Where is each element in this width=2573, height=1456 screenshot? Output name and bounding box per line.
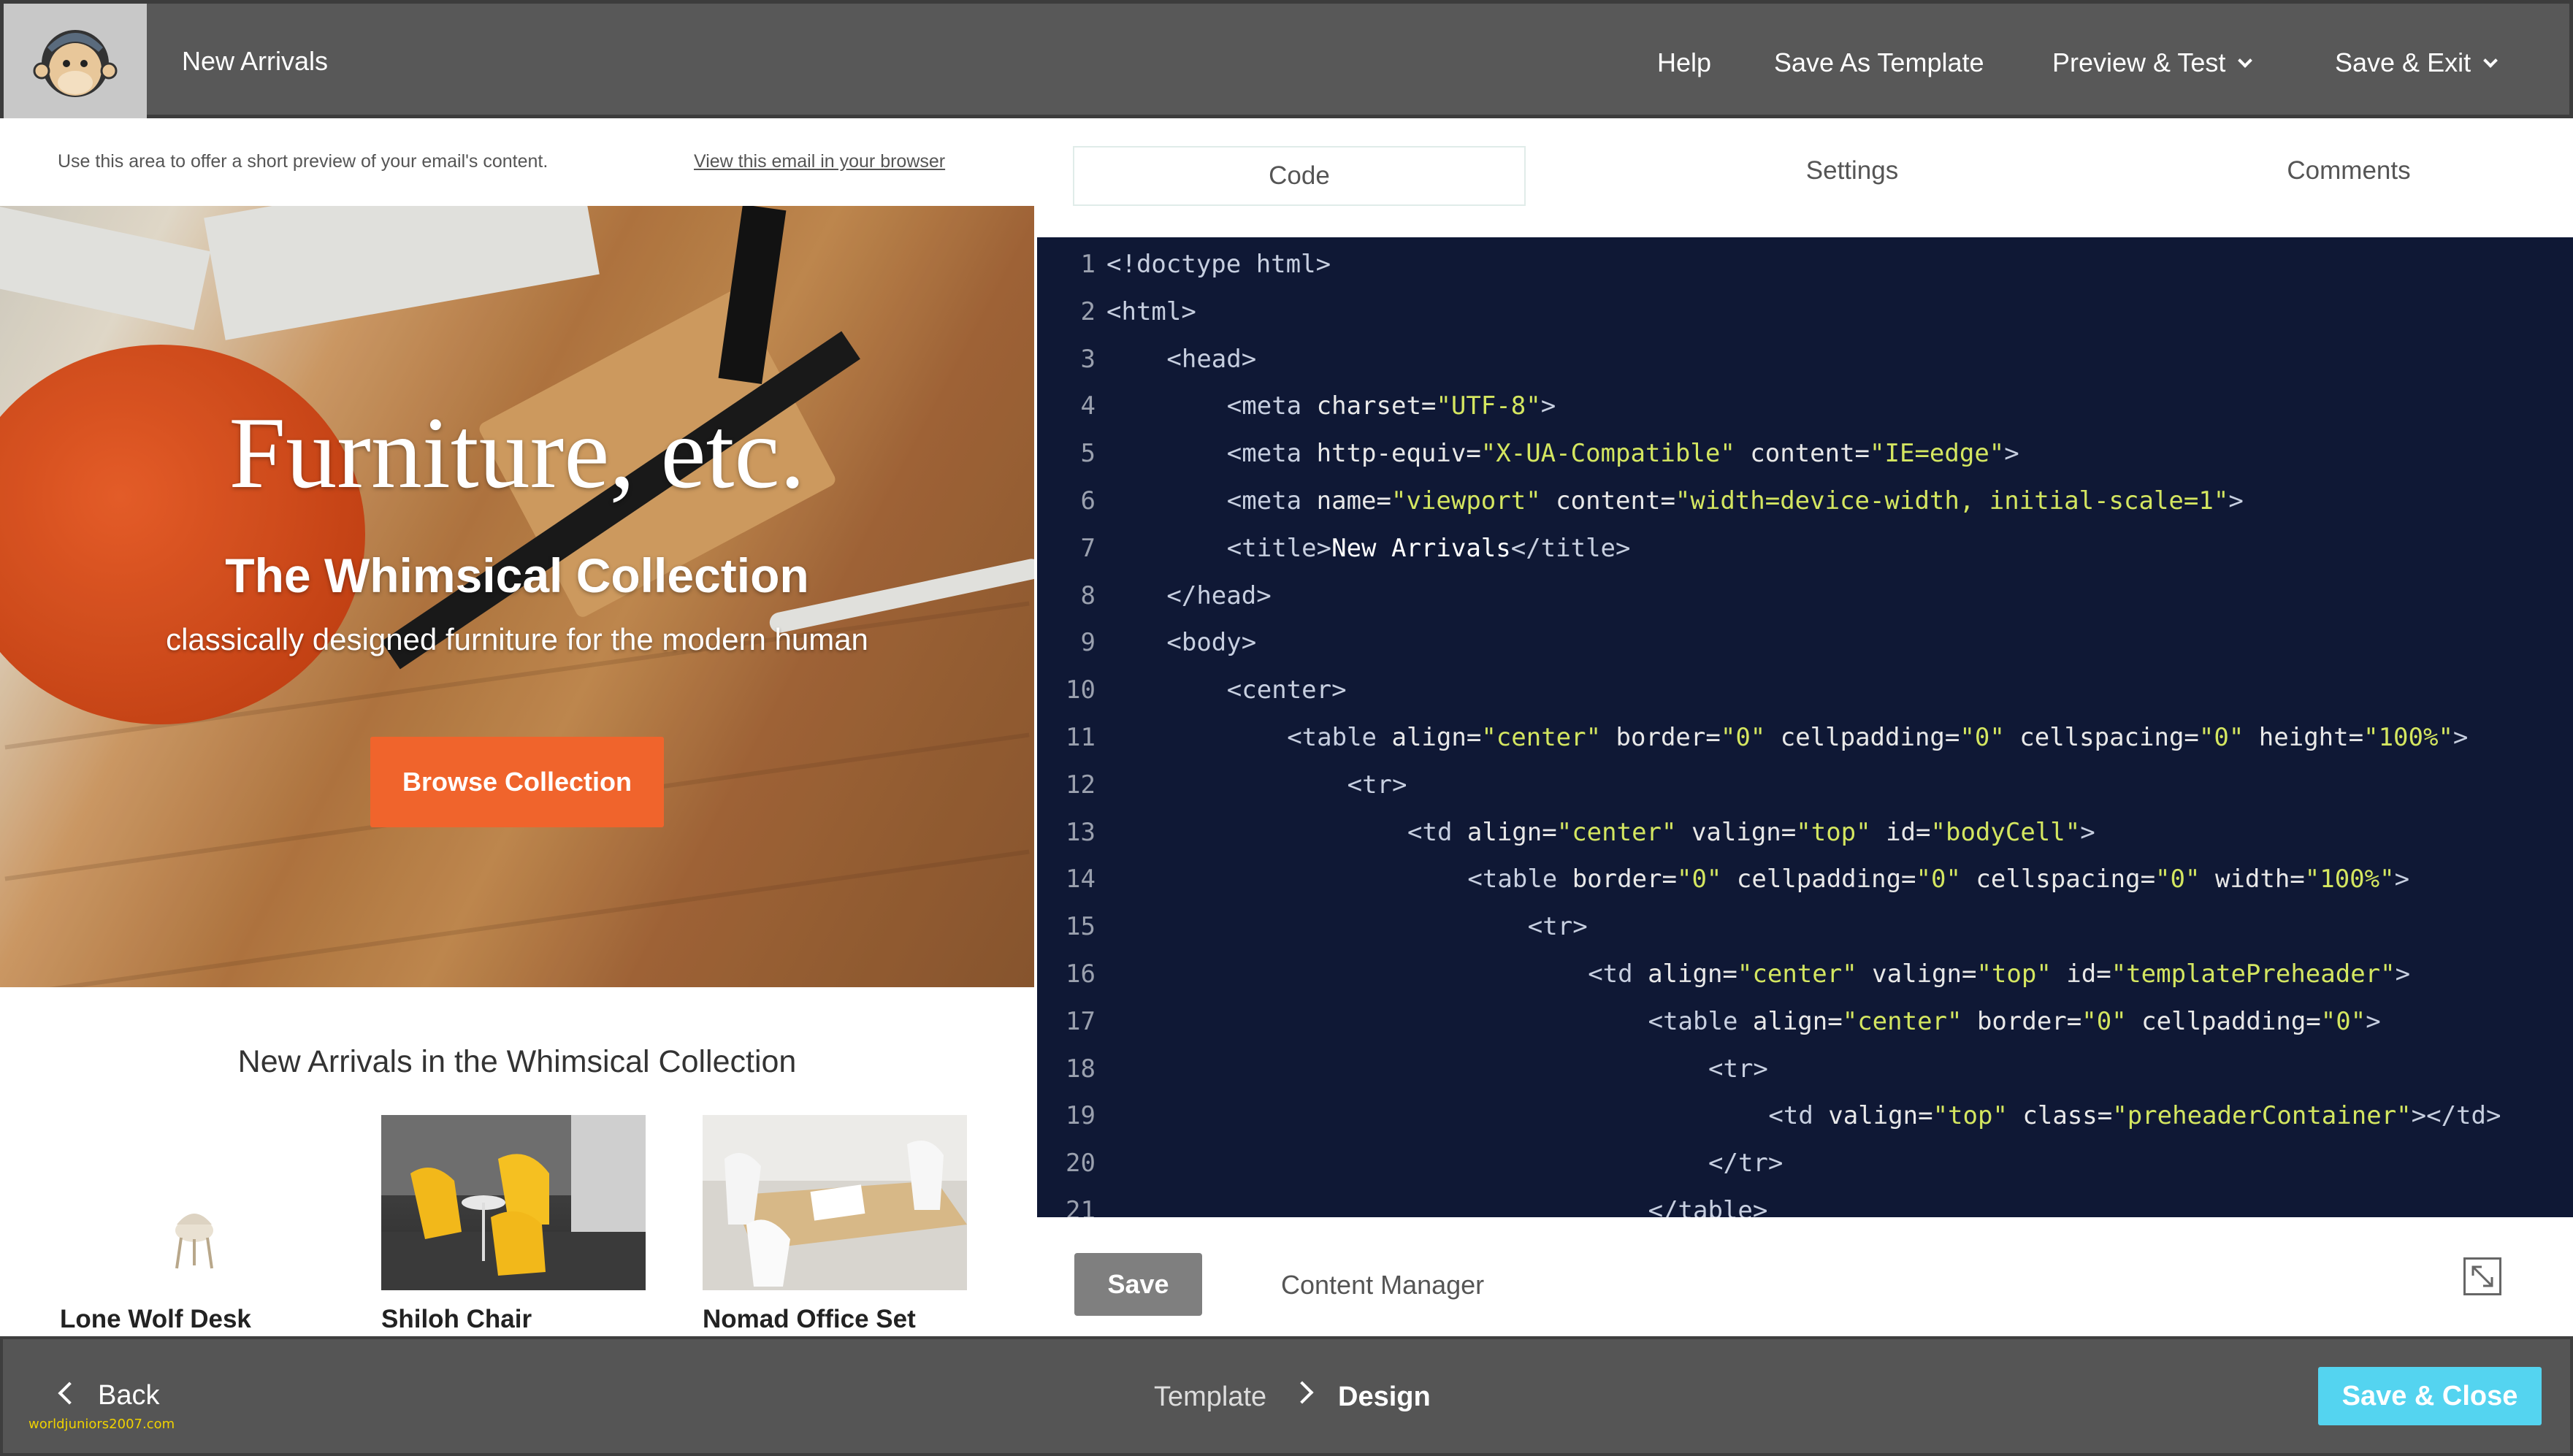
browse-collection-button[interactable]: Browse Collection: [370, 737, 664, 827]
line-number: 11: [1066, 723, 1096, 752]
watermark: worldjuniors2007.com: [28, 1417, 175, 1432]
hero-subtitle: The Whimsical Collection: [225, 548, 809, 602]
code-text[interactable]: <center>: [1227, 675, 1347, 705]
code-text[interactable]: <meta charset="UTF-8">: [1227, 391, 1556, 421]
line-number: 10: [1066, 675, 1096, 705]
expand-icon[interactable]: [2463, 1257, 2501, 1295]
line-number: 19: [1066, 1101, 1096, 1131]
preheader-text[interactable]: Use this area to offer a short preview o…: [58, 151, 548, 172]
product-name: Shiloh Chair: [381, 1305, 532, 1333]
line-number: 2: [1080, 296, 1096, 326]
campaign-title: New Arrivals: [182, 46, 329, 76]
code-text[interactable]: <table align="center" border="0" cellpad…: [1648, 1007, 2381, 1036]
hero-tagline: classically designed furniture for the m…: [166, 622, 868, 656]
code-text[interactable]: <meta name="viewport" content="width=dev…: [1227, 486, 2244, 516]
code-editor-panel: Code Settings Comments 1 <!doctype html> 2…: [1034, 118, 2573, 1336]
back-label: Back: [98, 1380, 160, 1411]
tab-settings[interactable]: Settings: [1721, 156, 1984, 185]
preview-test-label: Preview & Test: [2052, 47, 2226, 77]
content-manager-link[interactable]: Content Manager: [1281, 1270, 1484, 1300]
breadcrumb-template[interactable]: Template: [1154, 1382, 1266, 1413]
chevron-down-icon: [2483, 53, 2498, 68]
line-number: 4: [1080, 391, 1096, 421]
code-text[interactable]: </table>: [1648, 1196, 1768, 1217]
code-text[interactable]: <html>: [1106, 297, 1196, 326]
line-number: 15: [1066, 912, 1096, 942]
back-button[interactable]: Back: [58, 1380, 160, 1411]
office-set-thumbnail: [703, 1115, 967, 1287]
product-name: Nomad Office Set: [703, 1305, 916, 1333]
code-text[interactable]: <td align="center" valign="top" id="temp…: [1588, 959, 2410, 989]
preview-test-menu[interactable]: Preview & Test: [2052, 47, 2253, 78]
help-link[interactable]: Help: [1657, 47, 1711, 78]
section-title: New Arrivals in the Whimsical Collection: [237, 1044, 797, 1079]
code-editor[interactable]: 1 <!doctype html> 2 <html> 3 <head> 4 <meta cha…: [1037, 237, 2573, 1217]
line-number: 21: [1066, 1196, 1096, 1217]
line-number: 1: [1080, 250, 1096, 279]
breadcrumb-design: Design: [1338, 1382, 1431, 1412]
code-text[interactable]: <!doctype html>: [1106, 250, 1331, 279]
line-number: 6: [1080, 486, 1096, 516]
bottom-bar: Back worldjuniors2007.com Template Desig…: [0, 1336, 2573, 1456]
chevron-down-icon: [2238, 53, 2253, 68]
save-button[interactable]: Save: [1074, 1253, 1202, 1316]
logo-container[interactable]: [4, 4, 147, 118]
hero-image-block[interactable]: Furniture, etc. The Whimsical Collection…: [0, 206, 1034, 987]
tab-code[interactable]: Code: [1073, 146, 1526, 206]
line-number: 12: [1066, 770, 1096, 800]
code-text[interactable]: <table border="0" cellpadding="0" cellsp…: [1467, 865, 2409, 894]
product-image: [381, 1115, 646, 1290]
line-number: 20: [1066, 1149, 1096, 1179]
product-name: Lone Wolf Desk: [60, 1305, 251, 1333]
code-text[interactable]: <meta http-equiv="X-UA-Compatible" conte…: [1227, 439, 2019, 468]
line-number: 16: [1066, 959, 1096, 989]
code-text[interactable]: <table align="center" border="0" cellpad…: [1287, 723, 2468, 752]
yellow-chairs-thumbnail: [381, 1115, 646, 1290]
view-in-browser-link[interactable]: View this email in your browser: [694, 151, 945, 172]
code-text[interactable]: <body>: [1166, 628, 1256, 657]
tab-comments[interactable]: Comments: [2217, 156, 2480, 185]
chevron-left-icon: [58, 1382, 81, 1405]
product-image: [703, 1115, 967, 1290]
code-text[interactable]: <td align="center" valign="top" id="body…: [1407, 818, 2095, 847]
save-exit-menu[interactable]: Save & Exit: [2335, 47, 2498, 78]
code-text[interactable]: <title>New Arrivals</title>: [1227, 534, 1631, 563]
code-text[interactable]: </head>: [1166, 581, 1271, 610]
editor-actions: Save Content Manager: [1034, 1217, 2573, 1336]
email-preview-pane: Use this area to offer a short preview o…: [0, 118, 1034, 1336]
line-number: 18: [1066, 1054, 1096, 1084]
line-number: 14: [1066, 865, 1096, 894]
chimp-logo-icon: [33, 30, 118, 97]
line-number: 9: [1080, 628, 1096, 658]
product-image: [60, 1115, 324, 1290]
code-text[interactable]: <head>: [1166, 345, 1256, 374]
code-text[interactable]: <tr>: [1347, 770, 1407, 800]
top-bar: New Arrivals Help Save As Template Previ…: [0, 0, 2573, 118]
expand-arrows-icon: [2471, 1265, 2493, 1287]
line-number: 5: [1080, 439, 1096, 469]
chevron-right-icon: [1291, 1381, 1314, 1404]
save-exit-label: Save & Exit: [2335, 47, 2471, 77]
code-text[interactable]: <tr>: [1708, 1054, 1768, 1084]
line-number: 13: [1066, 817, 1096, 847]
code-text[interactable]: </tr>: [1708, 1149, 1783, 1178]
line-number: 3: [1080, 344, 1096, 374]
chair-thumbnail: [175, 1214, 213, 1269]
line-number: 17: [1066, 1006, 1096, 1036]
email-builder-app: New Arrivals Help Save As Template Previ…: [0, 0, 2573, 1456]
line-number: 7: [1080, 533, 1096, 563]
save-as-template-button[interactable]: Save As Template: [1774, 47, 1984, 78]
code-text[interactable]: <tr>: [1528, 912, 1588, 941]
line-number: 8: [1080, 581, 1096, 610]
code-text[interactable]: <td valign="top" class="preheaderContain…: [1768, 1101, 2501, 1130]
save-and-close-button[interactable]: Save & Close: [2318, 1367, 2542, 1425]
hero-title: Furniture, etc.: [229, 396, 806, 510]
